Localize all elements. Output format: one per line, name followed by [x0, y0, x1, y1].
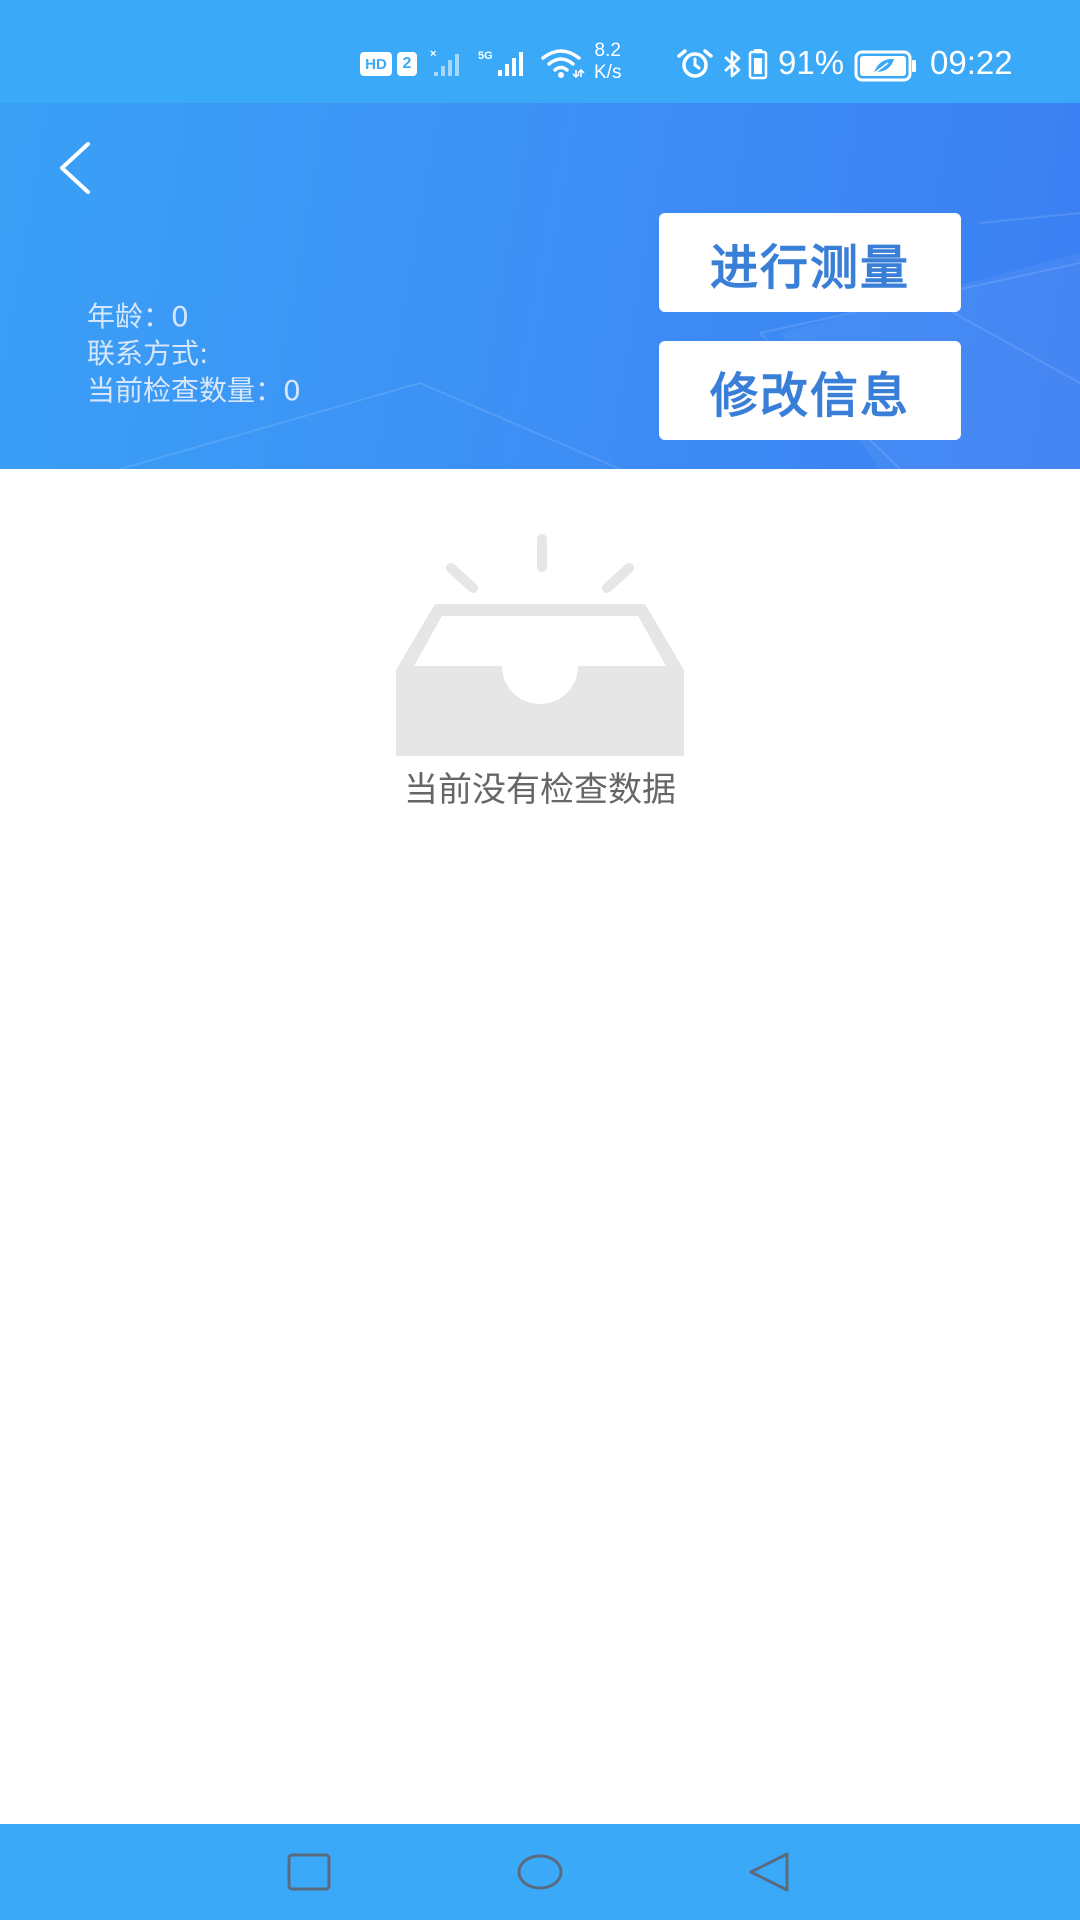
recent-apps-button[interactable]: [283, 1848, 335, 1896]
network-5g-label: 5G: [478, 50, 493, 62]
recent-apps-icon: [287, 1853, 331, 1891]
signal-icon: ×: [430, 48, 470, 78]
wifi-icon: [540, 46, 586, 80]
chevron-left-icon: [60, 142, 90, 194]
check-count-label: 当前检查数量：: [87, 374, 284, 407]
empty-inbox-icon: [390, 530, 690, 764]
back-icon: [749, 1852, 789, 1892]
battery-percent: 91%: [778, 44, 845, 81]
check-count-row: 当前检查数量：0: [87, 372, 301, 409]
bluetooth-icon: [722, 48, 744, 80]
home-icon: [517, 1854, 563, 1890]
battery-icon: [854, 50, 918, 82]
sim-badge: 2: [397, 52, 417, 76]
patient-info: 年龄：0 联系方式: 当前检查数量：0: [87, 298, 301, 409]
signal-5g-icon: 5G: [478, 48, 534, 78]
battery-small-icon: [748, 48, 768, 80]
contact-label: 联系方式:: [87, 337, 209, 370]
svg-text:×: ×: [430, 48, 436, 60]
speed-value: 8.2: [594, 40, 621, 61]
navigation-bar: [0, 1824, 1080, 1920]
hd-badge: HD: [360, 52, 392, 76]
age-row: 年龄：0: [87, 298, 301, 335]
clock-time: 09:22: [930, 44, 1013, 81]
status-bar: HD 2 × 5G 8.2 K/s 91% 09:22: [0, 0, 1080, 103]
edit-info-button[interactable]: 修改信息: [659, 341, 961, 440]
check-count-value: 0: [283, 374, 301, 407]
nav-back-button[interactable]: [743, 1848, 795, 1896]
age-value: 0: [171, 300, 189, 333]
start-measurement-button[interactable]: 进行测量: [659, 213, 961, 312]
profile-header: 年龄：0 联系方式: 当前检查数量：0 进行测量 修改信息: [0, 103, 1080, 469]
back-button[interactable]: [44, 133, 104, 203]
contact-row: 联系方式:: [87, 335, 301, 372]
home-button[interactable]: [514, 1848, 566, 1896]
age-label: 年龄：: [87, 300, 172, 333]
empty-state-message: 当前没有检查数据: [404, 770, 676, 810]
speed-unit: K/s: [594, 62, 622, 83]
alarm-icon: [676, 48, 714, 80]
network-speed: 8.2 K/s: [594, 40, 621, 84]
